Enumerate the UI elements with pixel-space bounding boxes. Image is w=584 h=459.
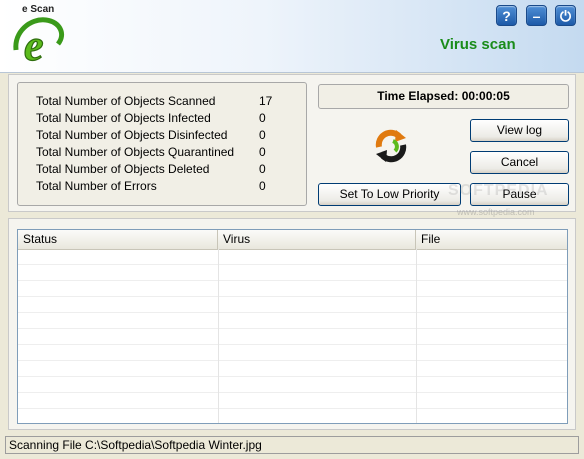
softpedia-watermark: SOFTPEDIA <box>448 182 549 199</box>
page-title: Virus scan <box>440 36 516 53</box>
stat-label: Total Number of Objects Quarantined <box>36 145 235 159</box>
column-header-status[interactable]: Status <box>18 230 218 249</box>
scanning-progress-icon <box>375 129 407 163</box>
stat-label: Total Number of Objects Infected <box>36 111 211 125</box>
low-priority-button[interactable]: Set To Low Priority <box>318 183 461 206</box>
stat-value: 0 <box>259 128 266 142</box>
stat-label: Total Number of Objects Deleted <box>36 162 210 176</box>
logo-text: e Scan <box>22 4 55 15</box>
power-icon: ⏻ <box>559 8 572 24</box>
stat-label: Total Number of Objects Scanned <box>36 94 216 108</box>
stat-row-scanned: Total Number of Objects Scanned 17 <box>36 94 296 111</box>
stat-value: 0 <box>259 111 266 125</box>
table-body[interactable] <box>18 249 567 423</box>
view-log-button[interactable]: View log <box>470 119 569 142</box>
minimize-icon: – <box>532 8 541 24</box>
column-header-virus[interactable]: Virus <box>218 230 416 249</box>
softpedia-watermark-url: www.softpedia.com <box>457 207 535 217</box>
results-table[interactable]: Status Virus File <box>17 229 568 424</box>
stat-value: 0 <box>259 162 266 176</box>
minimize-button[interactable]: – <box>526 5 547 26</box>
stat-label: Total Number of Objects Disinfected <box>36 128 228 142</box>
close-button[interactable]: ⏻ <box>555 5 576 26</box>
escan-logo-icon: e <box>13 17 64 68</box>
stat-row-deleted: Total Number of Objects Deleted 0 <box>36 162 296 179</box>
stat-row-infected: Total Number of Objects Infected 0 <box>36 111 296 128</box>
column-divider <box>416 249 417 423</box>
stat-value: 0 <box>259 179 266 193</box>
time-elapsed: Time Elapsed: 00:00:05 <box>318 84 569 109</box>
svg-text:e: e <box>24 21 44 68</box>
stat-row-quarantined: Total Number of Objects Quarantined 0 <box>36 145 296 162</box>
stat-row-errors: Total Number of Errors 0 <box>36 179 296 196</box>
table-header: Status Virus File <box>18 230 567 250</box>
stat-row-disinfected: Total Number of Objects Disinfected 0 <box>36 128 296 145</box>
status-bar: Scanning File C:\Softpedia\Softpedia Win… <box>5 436 579 454</box>
column-header-file[interactable]: File <box>416 230 567 249</box>
help-button[interactable]: ? <box>496 5 517 26</box>
app-header: e e Scan Virus scan ? – ⏻ <box>0 0 584 73</box>
column-divider <box>218 249 219 423</box>
stat-value: 17 <box>259 94 273 108</box>
cancel-button[interactable]: Cancel <box>470 151 569 174</box>
stat-label: Total Number of Errors <box>36 179 157 193</box>
help-icon: ? <box>502 8 511 24</box>
stats-box: Total Number of Objects Scanned 17 Total… <box>17 82 307 206</box>
stat-value: 0 <box>259 145 266 159</box>
